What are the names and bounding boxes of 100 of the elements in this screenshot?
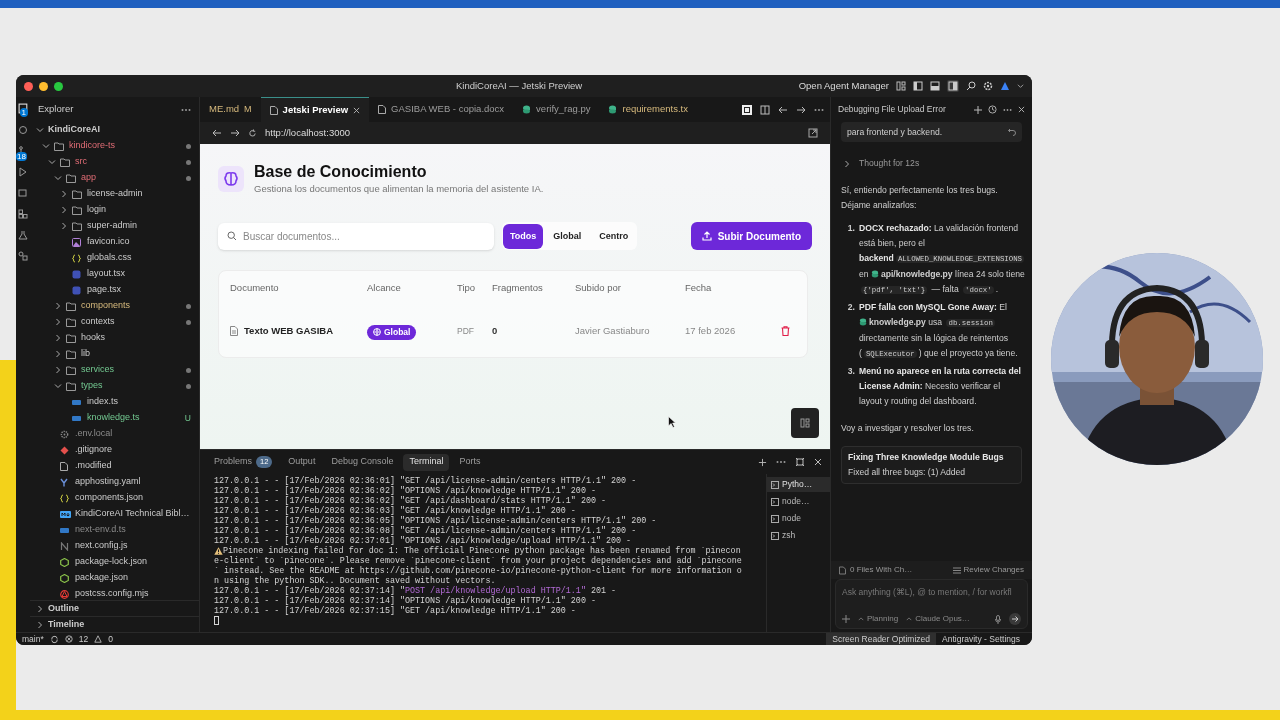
panel-tab[interactable]: Debug Console: [325, 453, 400, 471]
tree-item[interactable]: next.config.js: [30, 538, 199, 554]
tree-item[interactable]: page.tsx: [30, 282, 199, 298]
tree-item[interactable]: apphosting.yaml: [30, 474, 199, 490]
tree-item[interactable]: package.json: [30, 570, 199, 586]
tree-item[interactable]: types: [30, 378, 199, 394]
secondary-sidebar-toggle-icon[interactable]: [947, 80, 959, 92]
tree-item[interactable]: globals.css: [30, 250, 199, 266]
more-icon[interactable]: [814, 107, 824, 112]
minimize-window-button[interactable]: [39, 81, 48, 91]
add-icon[interactable]: [842, 615, 850, 623]
tree-item[interactable]: .gitignore: [30, 442, 199, 458]
terminal-list-item[interactable]: node…: [767, 494, 830, 509]
search-icon[interactable]: [966, 81, 976, 91]
terminal-list-item[interactable]: node: [767, 511, 830, 526]
editor-tab[interactable]: Jetski Preview: [260, 97, 370, 122]
undo-icon[interactable]: [1008, 128, 1016, 136]
tree-item[interactable]: contexts: [30, 314, 199, 330]
close-icon[interactable]: [814, 458, 822, 466]
run-debug-icon[interactable]: [18, 167, 28, 177]
tree-item[interactable]: favicon.ico: [30, 234, 199, 250]
more-icon[interactable]: [181, 107, 191, 112]
panel-tab[interactable]: Output: [282, 453, 322, 471]
tree-item[interactable]: index.ts: [30, 394, 199, 410]
more-icon[interactable]: [776, 460, 786, 464]
tree-item[interactable]: login: [30, 202, 199, 218]
terminal-list-item[interactable]: Pytho…: [767, 477, 830, 492]
more-icon[interactable]: [1003, 107, 1012, 112]
new-terminal-icon[interactable]: [758, 457, 767, 467]
sidebar-toggle-icon[interactable]: [913, 81, 923, 91]
filter-tab[interactable]: Todos: [503, 223, 544, 249]
microphone-icon[interactable]: [995, 614, 1001, 624]
tree-item[interactable]: kindicore-ts: [30, 138, 199, 154]
chat-input-field[interactable]: Ask anything (⌘L), @ to mention, / for workfl: [842, 586, 1021, 599]
layout-icon[interactable]: [896, 81, 906, 91]
add-icon[interactable]: [974, 105, 982, 114]
tree-item[interactable]: package-lock.json: [30, 554, 199, 570]
close-window-button[interactable]: [24, 81, 33, 91]
forward-icon[interactable]: [796, 105, 806, 114]
tree-item[interactable]: components.json: [30, 490, 199, 506]
tree-item[interactable]: KindiCoreAI: [30, 122, 199, 138]
error-count[interactable]: 12: [78, 632, 89, 645]
tree-item[interactable]: hooks: [30, 330, 199, 346]
search-field[interactable]: Buscar documentos...: [218, 222, 494, 250]
branch-indicator[interactable]: main*: [22, 632, 44, 645]
mode-selector[interactable]: Planning: [858, 613, 899, 625]
account-icon[interactable]: [1000, 81, 1010, 91]
tree-item[interactable]: .env.local: [30, 426, 199, 442]
floating-toolbar-button[interactable]: [791, 408, 819, 438]
editor-tab[interactable]: GASIBA WEB - copia.docx: [369, 97, 514, 122]
model-selector[interactable]: Claude Opus…: [906, 613, 970, 625]
tree-item[interactable]: layout.tsx: [30, 266, 199, 282]
preview-icon[interactable]: [742, 104, 752, 115]
chevron-down-icon[interactable]: [1017, 82, 1024, 90]
editor-tab[interactable]: requirements.tx: [599, 97, 697, 122]
delete-button[interactable]: [781, 326, 790, 337]
tree-item[interactable]: .modified: [30, 458, 199, 474]
panel-toggle-icon[interactable]: [930, 81, 940, 91]
send-button[interactable]: [1009, 613, 1021, 625]
extensions-icon[interactable]: [18, 209, 28, 219]
back-icon[interactable]: [778, 105, 788, 114]
tree-item[interactable]: next-env.d.ts: [30, 522, 199, 538]
reload-icon[interactable]: [248, 128, 257, 138]
filter-tab[interactable]: Centro: [591, 223, 637, 249]
editor-tab[interactable]: verify_rag.py: [513, 97, 600, 122]
maximize-panel-icon[interactable]: [795, 457, 805, 467]
nodes-icon[interactable]: [18, 251, 28, 261]
forward-icon[interactable]: [230, 129, 240, 137]
close-icon[interactable]: [1018, 106, 1025, 113]
split-editor-icon[interactable]: [760, 104, 770, 115]
settings-icon[interactable]: [983, 81, 993, 91]
filter-tab[interactable]: Global: [545, 223, 590, 249]
history-icon[interactable]: [988, 105, 997, 114]
flask-icon[interactable]: [18, 230, 28, 240]
search-icon[interactable]: [18, 125, 28, 135]
close-icon[interactable]: [353, 106, 361, 114]
terminal-list-item[interactable]: zsh: [767, 528, 830, 543]
tree-item[interactable]: knowledge.ts U: [30, 410, 199, 426]
status-bar-item[interactable]: Screen Reader Optimized: [826, 633, 937, 645]
remote-icon[interactable]: [18, 188, 28, 198]
tree-item[interactable]: app: [30, 170, 199, 186]
upload-button[interactable]: Subir Documento: [690, 222, 812, 251]
tree-item[interactable]: super-admin: [30, 218, 199, 234]
tree-item[interactable]: services: [30, 362, 199, 378]
panel-tab[interactable]: Terminal: [403, 453, 450, 471]
thought-toggle[interactable]: Thought for 12s: [841, 156, 1022, 171]
review-changes-button[interactable]: Review Changes: [952, 564, 1024, 576]
status-bar-item[interactable]: Antigravity - Settings: [936, 633, 1026, 645]
tree-item[interactable]: postcss.config.mjs: [30, 586, 199, 600]
warning-count[interactable]: 0: [108, 632, 113, 645]
panel-tab[interactable]: Ports: [453, 453, 487, 471]
files-icon[interactable]: [17, 103, 29, 114]
tree-item[interactable]: license-admin: [30, 186, 199, 202]
sync-icon[interactable]: [49, 634, 59, 644]
tree-item[interactable]: components: [30, 298, 199, 314]
tree-item[interactable]: KindiCoreAI Technical Bibl…: [30, 506, 199, 522]
open-external-icon[interactable]: [808, 128, 818, 138]
open-agent-manager-button[interactable]: Open Agent Manager: [798, 78, 889, 94]
tree-item[interactable]: lib: [30, 346, 199, 362]
maximize-window-button[interactable]: [54, 81, 63, 91]
